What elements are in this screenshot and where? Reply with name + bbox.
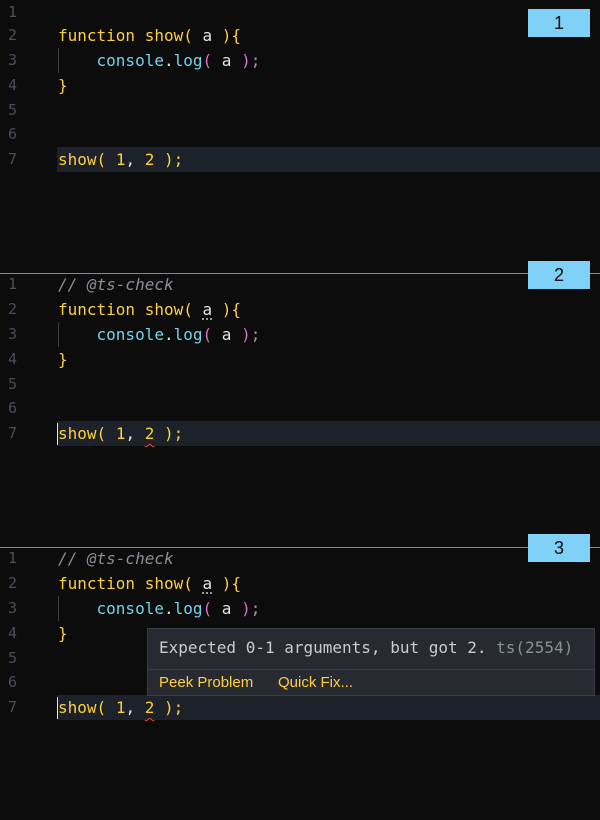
line-number: 6	[8, 673, 18, 691]
code-text: show( 1, 2 );	[58, 150, 184, 169]
quick-fix-link[interactable]: Quick Fix...	[278, 673, 353, 693]
line-number: 6	[8, 399, 18, 417]
code-line[interactable]: 2 function show( a ){	[0, 23, 600, 48]
line-number: 5	[8, 101, 18, 119]
code-text: function show( a ){	[58, 26, 242, 45]
current-line-highlight[interactable]: show( 1, 2 );	[57, 421, 600, 446]
code-text: }	[58, 624, 68, 643]
code-comment: // @ts-check	[58, 275, 174, 294]
code-line[interactable]: 1 // @ts-check	[0, 546, 600, 571]
code-text: console.log( a );	[96, 325, 261, 344]
line-number: 1	[8, 275, 18, 293]
code-text: }	[58, 350, 68, 369]
code-line[interactable]: 3 console.log( a );	[0, 48, 600, 73]
error-squiggle: 2	[144, 698, 155, 717]
code-line[interactable]: 1 // @ts-check	[0, 272, 600, 297]
line-number: 3	[8, 51, 18, 69]
error-message: Expected 0-1 arguments, but got 2. ts(25…	[159, 638, 574, 657]
error-hover-popup: Expected 0-1 arguments, but got 2. ts(25…	[147, 628, 595, 696]
line-number: 2	[8, 574, 18, 592]
code-line[interactable]: 3 console.log( a );	[0, 322, 600, 347]
line-number: 7	[8, 424, 18, 442]
code-comment: // @ts-check	[58, 549, 174, 568]
line-number: 5	[8, 375, 18, 393]
line-number: 2	[8, 26, 18, 44]
code-line[interactable]: 4 }	[0, 73, 600, 98]
code-line[interactable]: 4 }	[0, 347, 600, 372]
error-squiggle: 2	[144, 424, 155, 443]
code-line[interactable]: 3 console.log( a );	[0, 596, 600, 621]
text-cursor	[57, 697, 58, 719]
line-number: 4	[8, 350, 18, 368]
line-number: 2	[8, 300, 18, 318]
code-line[interactable]: 6	[0, 396, 600, 421]
code-text: show( 1, 2 );	[58, 424, 184, 443]
code-line[interactable]: 2 function show( a ){	[0, 571, 600, 596]
code-text: function show( a ){	[58, 574, 242, 593]
code-line[interactable]: 1	[0, 0, 600, 25]
line-number: 3	[8, 325, 18, 343]
code-text: console.log( a );	[96, 599, 261, 618]
line-number: 4	[8, 624, 18, 642]
code-line[interactable]: 5	[0, 372, 600, 397]
line-number: 5	[8, 649, 18, 667]
text-cursor	[57, 423, 58, 445]
code-line[interactable]: 5	[0, 98, 600, 123]
current-line-highlight[interactable]: show( 1, 2 );	[57, 695, 600, 720]
line-number: 7	[8, 150, 18, 168]
current-line-highlight[interactable]: show( 1, 2 );	[57, 147, 600, 172]
line-number: 4	[8, 76, 18, 94]
peek-problem-link[interactable]: Peek Problem	[159, 673, 253, 693]
code-line[interactable]: 2 function show( a ){	[0, 297, 600, 322]
line-number: 3	[8, 599, 18, 617]
code-text: function show( a ){	[58, 300, 242, 319]
code-line[interactable]: 6	[0, 122, 600, 147]
line-number: 1	[8, 3, 18, 21]
line-number: 7	[8, 698, 18, 716]
line-number: 1	[8, 549, 18, 567]
error-code: ts(2554)	[496, 638, 574, 657]
code-text: console.log( a );	[96, 51, 261, 70]
popup-divider	[148, 669, 594, 670]
code-text: }	[58, 76, 68, 95]
line-number: 6	[8, 125, 18, 143]
code-text: show( 1, 2 );	[58, 698, 184, 717]
